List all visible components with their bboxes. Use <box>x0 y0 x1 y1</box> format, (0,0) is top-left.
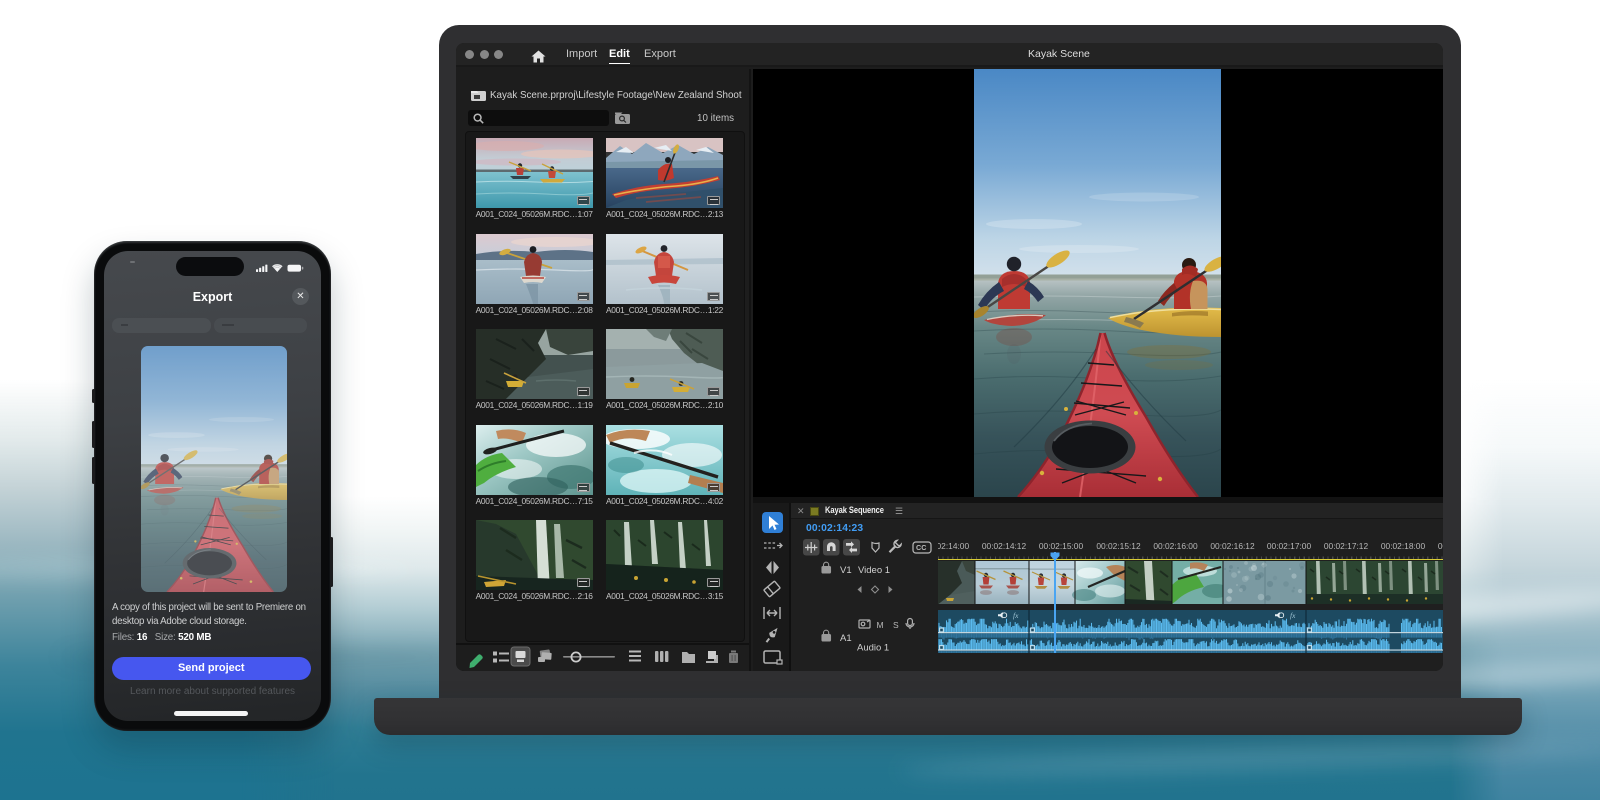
svg-text:CC: CC <box>916 543 926 552</box>
svg-text:M: M <box>877 620 884 630</box>
svg-text:S: S <box>893 620 899 630</box>
svg-text:Audio 1: Audio 1 <box>857 643 889 654</box>
svg-text:fx: fx <box>1290 611 1296 620</box>
svg-text:Video 1: Video 1 <box>858 565 890 576</box>
svg-text:V1: V1 <box>840 565 852 576</box>
svg-text:fx: fx <box>1013 611 1019 620</box>
svg-text:A1: A1 <box>840 633 852 644</box>
